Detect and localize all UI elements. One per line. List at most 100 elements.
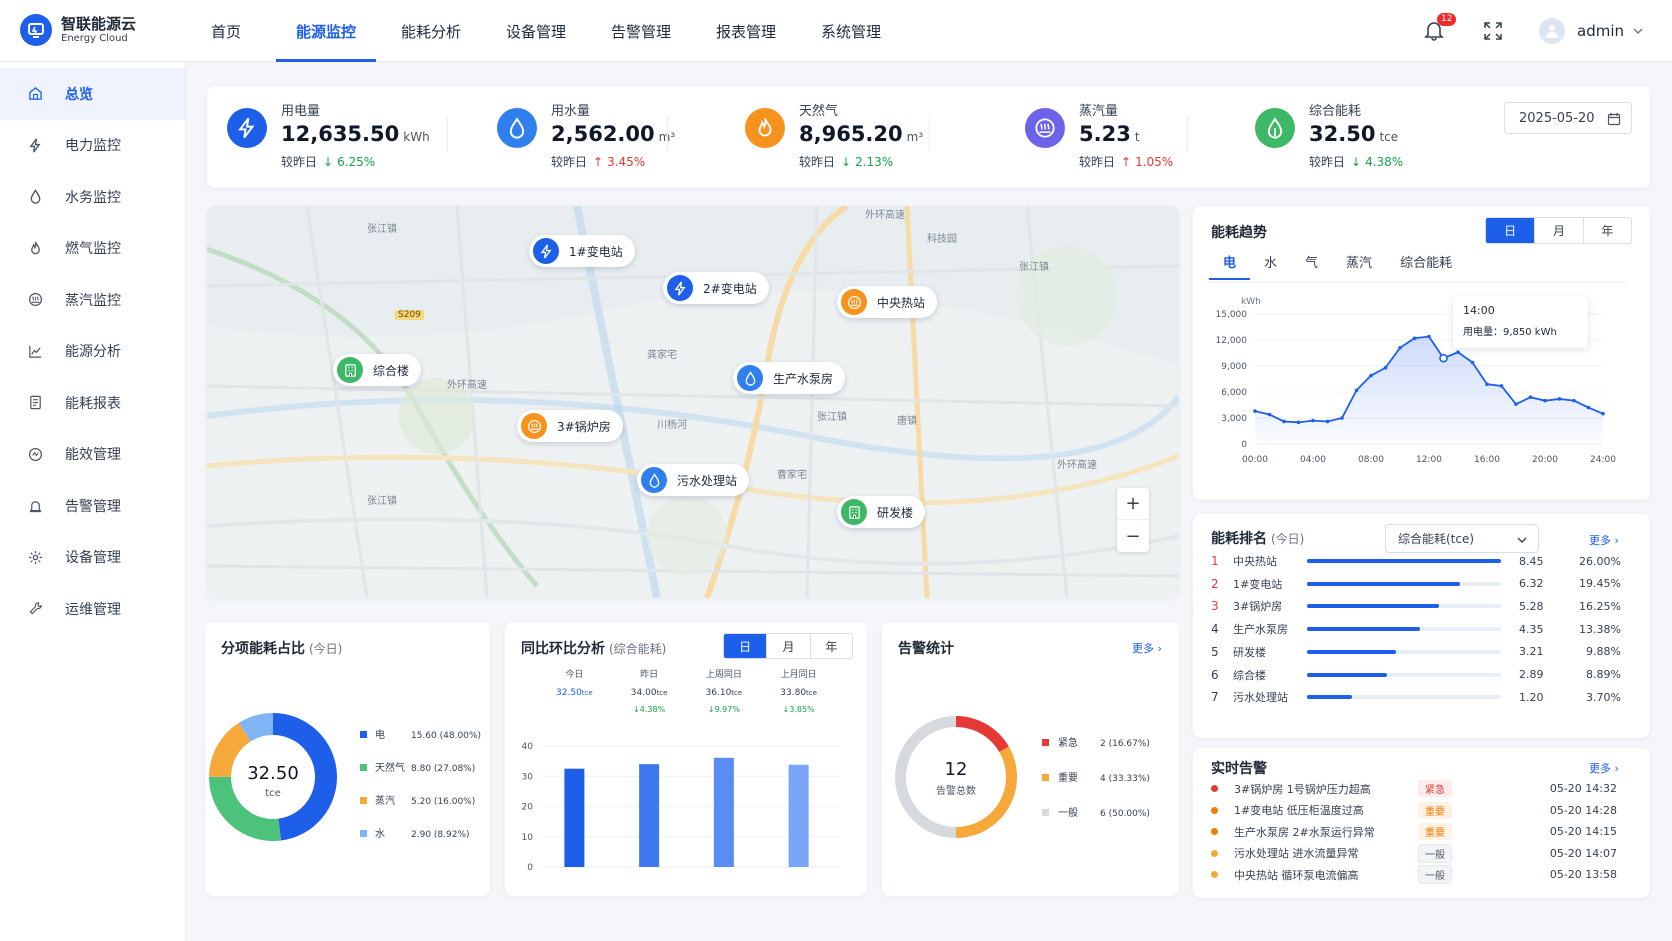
alarm-time: 05-20 13:58 [1549,868,1617,881]
date-picker[interactable]: 2025-05-20 [1504,102,1632,134]
alarm-row[interactable]: 中央热站 循环泵电流偏高 一般 05-20 13:58 [1211,864,1621,885]
ranking-more-link[interactable]: 更多 › [1589,532,1619,548]
ranking-row[interactable]: 4 生产水泵房 4.35 13.38% [1211,618,1621,640]
alarm-level-badge: 重要 [1418,801,1452,819]
alarm-row[interactable]: 1#变电站 低压柜温度过高 重要 05-20 14:28 [1211,800,1621,821]
efficiency-icon [28,447,54,462]
notification-bell[interactable]: 12 [1423,13,1457,43]
ranking-row[interactable]: 6 综合楼 2.89 8.89% [1211,664,1621,686]
ranking-row[interactable]: 5 研发楼 3.21 9.88% [1211,641,1621,663]
compare-bar[interactable] [713,757,734,867]
zoom-out-button[interactable]: − [1117,520,1149,552]
avatar[interactable] [1539,18,1565,44]
ranking-row[interactable]: 1 中央热站 8.45 26.00% [1211,550,1621,572]
tab-report-management[interactable]: 报表管理 [696,0,796,62]
map-place-label: 张江镇 [1019,262,1049,273]
compare-change: ↓3.85% [783,705,816,714]
alarm-row[interactable]: 3#锅炉房 1号锅炉压力超高 紧急 05-20 14:32 [1211,778,1621,799]
trend-point [1253,409,1257,413]
y-tick-label: 0 [527,863,533,873]
logo[interactable]: 智联能源云 Energy Cloud [20,14,136,46]
sidebar-item-7[interactable]: 能效管理 [0,429,185,481]
sidebar-item-5[interactable]: 能源分析 [0,326,185,378]
sidebar-item-0[interactable]: 总览 [0,68,185,120]
map-place-label: 张江镇 [367,496,397,507]
calendar-icon [1607,113,1621,126]
ranking-row[interactable]: 3 3#锅炉房 5.28 16.25% [1211,595,1621,617]
alarm-row[interactable]: 污水处理站 进水流量异常 一般 05-20 14:07 [1211,843,1621,864]
sidebar-item-3[interactable]: 燃气监控 [0,223,185,275]
sidebar-item-2[interactable]: 水务监控 [0,171,185,223]
ranking-select[interactable]: 综合能耗(tce) [1385,524,1539,553]
ranking-bar-track [1307,627,1501,632]
map-station[interactable]: 2#变电站 [663,272,769,304]
map-station[interactable]: 综合楼 [333,354,422,386]
y-tick-label: 12,000 [1216,336,1248,346]
map-station[interactable]: 污水处理站 [637,464,750,496]
compare-bar[interactable] [564,768,585,867]
ranking-bar-track [1307,695,1501,700]
sidebar-item-9[interactable]: 设备管理 [0,532,185,584]
chevron-down-icon[interactable] [1632,25,1644,37]
map-place-label: S209 [395,310,424,320]
tab-system-management[interactable]: 系统管理 [801,0,901,62]
sidebar-item-10[interactable]: 运维管理 [0,583,185,635]
kpi-1: 用水量2,562.00m³较昨日↑3.45% [497,104,675,171]
report-icon [28,395,54,410]
ranking-row[interactable]: 7 污水处理站 1.20 3.70% [1211,686,1621,708]
alarm-stats-more-link[interactable]: 更多 › [1132,640,1162,656]
zoom-in-button[interactable]: + [1117,488,1149,520]
compare-chart[interactable]: 0 10 20 30 40 今日 32.50tce 昨日 34.00tce ↓4.38% 上周同日 3… [505,662,867,896]
map-station[interactable]: 1#变电站 [529,235,635,267]
breakdown-chart[interactable]: 32.50 tce 电 15.60 (48.00%) 天然气 8.80 (27.08%) 蒸… [205,662,490,896]
legend-value: 2 (16.67%) [1100,739,1150,749]
tab-alarm-management[interactable]: 告警管理 [591,0,691,62]
fullscreen-button[interactable] [1483,21,1503,41]
trend-point [1340,416,1344,420]
kpi-compare-label: 较昨日 [1079,155,1116,169]
realtime-alarm-title: 实时告警 [1211,761,1267,777]
period-day[interactable]: 日 [1486,218,1535,243]
x-tick-label: 00:00 [1242,455,1268,465]
tab-consumption-analysis[interactable]: 能耗分析 [381,0,481,62]
compare-value: 32.50tce [556,688,593,698]
compare-bar[interactable] [788,764,809,867]
sidebar-item-8[interactable]: 告警管理 [0,480,185,532]
sidebar-item-4[interactable]: 蒸汽监控 [0,274,185,326]
alarm-row[interactable]: 生产水泵房 2#水泵运行异常 重要 05-20 14:15 [1211,821,1621,842]
alarm-stats-chart[interactable]: 12 告警总数 紧急 2 (16.67%) 重要 4 (33.33%) 一般 6 (50.00… [882,662,1179,896]
sidebar-item-6[interactable]: 能耗报表 [0,377,185,429]
tab-home[interactable]: 首页 [186,0,266,62]
breakdown-slice[interactable] [209,776,282,841]
legend-label: 水 [375,828,385,840]
tab-energy-monitor[interactable]: 能源监控 [276,0,376,62]
trend-point [1398,346,1402,350]
tab-device-management[interactable]: 设备管理 [486,0,586,62]
map-station[interactable]: 中央热站 [837,286,938,318]
username[interactable]: admin [1577,22,1624,40]
alarm-stats-slice[interactable] [956,716,1009,752]
map-panel[interactable]: 张江镇 科技园 张江镇 龚家宅 外环高速 川杨河 S209 外环高速 张江镇 唐镇 曹家宅 张江镇 外环… [207,206,1179,598]
period-month[interactable]: 月 [1534,218,1582,243]
ranking-name: 污水处理站 [1233,691,1288,705]
sidebar-item-label: 能耗报表 [65,395,121,412]
ranking-pct: 26.00% [1579,554,1621,568]
map-station[interactable]: 3#锅炉房 [517,410,623,442]
compare-period-year[interactable]: 年 [809,634,852,658]
ranking-row[interactable]: 2 1#变电站 6.32 19.45% [1211,573,1621,595]
trend-tooltip: 14:00 用电量：9,850 kWh [1453,296,1588,348]
map-station[interactable]: 研发楼 [837,496,926,528]
compare-bar[interactable] [639,764,660,867]
alarm-more-link[interactable]: 更多 › [1589,760,1619,776]
alarm-time: 05-20 14:15 [1549,825,1617,838]
period-year[interactable]: 年 [1582,218,1631,243]
bolt-icon [667,275,693,301]
compare-period-month[interactable]: 月 [766,634,809,658]
kpi-change-arrow: ↓ [841,155,852,169]
alarm-level-badge: 重要 [1418,823,1452,840]
compare-period-day[interactable]: 日 [724,634,767,658]
sidebar-item-1[interactable]: 电力监控 [0,120,185,172]
compare-value: 36.10tce [706,688,743,698]
map-station[interactable]: 生产水泵房 [733,362,846,394]
ranking-bar [1307,627,1420,632]
